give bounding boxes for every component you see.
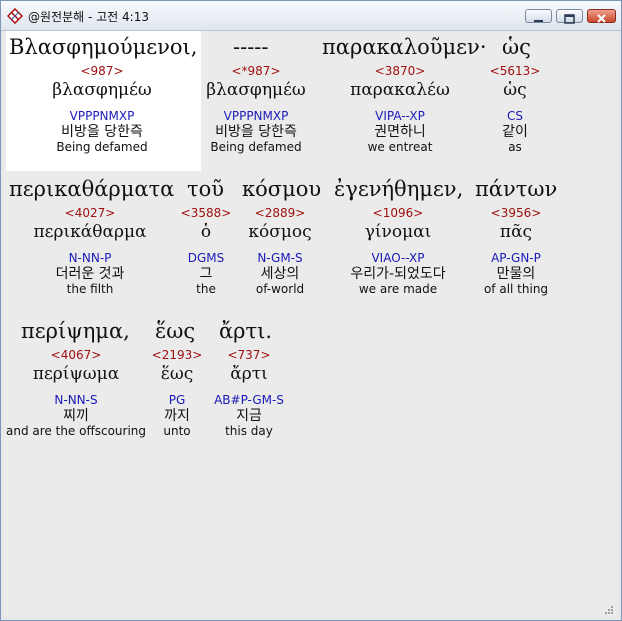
greek-word[interactable]: κόσμου bbox=[242, 177, 321, 201]
greek-word[interactable]: ὡς bbox=[502, 35, 531, 59]
resize-grip-icon[interactable] bbox=[602, 603, 614, 615]
parsing-code: VIPA--XP bbox=[375, 109, 425, 123]
parsing-code: PG bbox=[168, 393, 186, 407]
strong-number: <3956> bbox=[490, 206, 542, 220]
english-gloss: of-world bbox=[255, 282, 305, 296]
greek-word[interactable]: ἄρτι. bbox=[219, 319, 272, 343]
korean-gloss: 비방을 당한즉 bbox=[61, 124, 143, 140]
lemma: κόσμος bbox=[248, 222, 312, 242]
lemma: ἄρτι bbox=[230, 364, 268, 384]
korean-gloss: 만물의 bbox=[496, 266, 536, 282]
lemma: πᾶς bbox=[499, 222, 533, 242]
strong-number: <2193> bbox=[151, 348, 203, 362]
parsing-code: N-GM-S bbox=[257, 251, 303, 265]
word-analysis[interactable]: <3588> ὁ DGMS 그 the bbox=[176, 207, 236, 295]
window-title: @원전분해 - 고전 4:13 bbox=[28, 10, 149, 24]
english-gloss: the bbox=[196, 282, 216, 296]
korean-gloss: 그 bbox=[199, 266, 213, 282]
lemma: ἕως bbox=[160, 364, 194, 384]
strong-number: <987> bbox=[80, 64, 124, 78]
english-gloss: Being defamed bbox=[210, 140, 302, 154]
korean-gloss: 권면하니 bbox=[374, 124, 426, 140]
korean-gloss: 찌끼 bbox=[63, 408, 89, 424]
word-analysis[interactable]: <*987> βλασφημέω VPPPNMXP 비방을 당한즉 Being … bbox=[196, 65, 316, 153]
english-gloss: the filth bbox=[66, 282, 114, 296]
lemma: ὡς bbox=[503, 80, 527, 100]
parsing-code: N-NN-S bbox=[54, 393, 98, 407]
parsing-code: VPPPNMXP bbox=[69, 109, 135, 123]
lemma: γίνομαι bbox=[364, 222, 432, 242]
word-analysis[interactable]: <4027> περικάθαρμα N-NN-P 더러운 것과 the fil… bbox=[30, 207, 150, 295]
korean-gloss: 같이 bbox=[502, 124, 528, 140]
english-gloss: this day bbox=[225, 424, 273, 438]
lemma: βλασφημέω bbox=[52, 80, 152, 100]
strong-number: <3870> bbox=[374, 64, 426, 78]
word-analysis[interactable]: <2889> κόσμος N-GM-S 세상의 of-world bbox=[240, 207, 320, 295]
strong-number: <1096> bbox=[372, 206, 424, 220]
title-bar[interactable]: @원전분해 - 고전 4:13 bbox=[1, 1, 621, 31]
greek-word[interactable]: περίψημα, bbox=[21, 319, 130, 343]
english-gloss: and are the offscouring bbox=[6, 424, 147, 438]
lemma: περικάθαρμα bbox=[33, 222, 147, 242]
strong-number: <737> bbox=[227, 348, 271, 362]
strong-number: <5613> bbox=[489, 64, 541, 78]
app-icon bbox=[7, 8, 23, 24]
lemma: παρακαλέω bbox=[350, 80, 450, 100]
english-gloss: unto bbox=[163, 424, 191, 438]
strong-number: <*987> bbox=[231, 64, 281, 78]
parsing-code: VIAO--XP bbox=[371, 251, 425, 265]
lemma: βλασφημέω bbox=[206, 80, 306, 100]
greek-word[interactable]: τοῦ bbox=[187, 177, 224, 201]
close-icon bbox=[597, 14, 606, 23]
english-gloss: we are made bbox=[358, 282, 438, 296]
korean-gloss: 세상의 bbox=[260, 266, 300, 282]
english-gloss: as bbox=[508, 140, 522, 154]
word-analysis[interactable]: <3956> πᾶς AP-GN-P 만물의 of all thing bbox=[470, 207, 562, 295]
minimize-icon bbox=[534, 20, 543, 22]
word-analysis[interactable]: <4067> περίψωμα N-NN-S 찌끼 and are the of… bbox=[6, 349, 146, 437]
parsing-code: AP-GN-P bbox=[491, 251, 541, 265]
greek-word[interactable]: Βλασφημούμενοι, bbox=[9, 35, 197, 59]
korean-gloss: 지금 bbox=[236, 408, 262, 424]
korean-gloss: 까지 bbox=[164, 408, 190, 424]
parsing-code: CS bbox=[507, 109, 523, 123]
strong-number: <3588> bbox=[180, 206, 232, 220]
word-analysis[interactable]: <1096> γίνομαι VIAO--XP 우리가-되었도다 we are … bbox=[338, 207, 458, 295]
app-window: @원전분해 - 고전 4:13 Βλασφημούμενοι, ----- πα… bbox=[0, 0, 622, 621]
lemma: ὁ bbox=[200, 222, 212, 242]
greek-word[interactable]: ἕως bbox=[155, 319, 195, 343]
korean-gloss: 우리가-되었도다 bbox=[350, 266, 446, 282]
greek-word[interactable]: ἐγενήθημεν, bbox=[334, 177, 463, 201]
english-gloss: we entreat bbox=[367, 140, 433, 154]
english-gloss: of all thing bbox=[483, 282, 549, 296]
word-analysis[interactable]: <2193> ἕως PG 까지 unto bbox=[147, 349, 207, 437]
greek-word[interactable]: ----- bbox=[233, 35, 268, 59]
greek-word[interactable]: παρακαλοῦμεν· bbox=[322, 35, 487, 59]
parsing-code: DGMS bbox=[187, 251, 225, 265]
strong-number: <4027> bbox=[64, 206, 116, 220]
korean-gloss: 비방을 당한즉 bbox=[215, 124, 297, 140]
lemma: περίψωμα bbox=[32, 364, 120, 384]
close-button[interactable] bbox=[587, 9, 616, 23]
parsing-code: VPPPNMXP bbox=[223, 109, 289, 123]
strong-number: <4067> bbox=[50, 348, 102, 362]
english-gloss: Being defamed bbox=[56, 140, 148, 154]
greek-word[interactable]: πάντων bbox=[475, 177, 557, 201]
word-analysis[interactable]: <737> ἄρτι AB#P-GM-S 지금 this day bbox=[209, 349, 289, 437]
strong-number: <2889> bbox=[254, 206, 306, 220]
minimize-button[interactable] bbox=[525, 9, 552, 23]
maximize-button[interactable] bbox=[556, 9, 583, 24]
korean-gloss: 더러운 것과 bbox=[55, 266, 125, 282]
parsing-code: AB#P-GM-S bbox=[214, 393, 284, 407]
parsing-code: N-NN-P bbox=[68, 251, 112, 265]
word-analysis[interactable]: <987> βλασφημέω VPPPNMXP 비방을 당한즉 Being d… bbox=[42, 65, 162, 153]
maximize-icon bbox=[564, 14, 575, 24]
word-analysis[interactable]: <3870> παρακαλέω VIPA--XP 권면하니 we entrea… bbox=[340, 65, 460, 153]
word-analysis[interactable]: <5613> ὡς CS 같이 as bbox=[480, 65, 550, 153]
interlinear-view[interactable]: Βλασφημούμενοι, ----- παρακαλοῦμεν· ὡς <… bbox=[4, 31, 616, 617]
greek-word[interactable]: περικαθάρματα bbox=[9, 177, 174, 201]
